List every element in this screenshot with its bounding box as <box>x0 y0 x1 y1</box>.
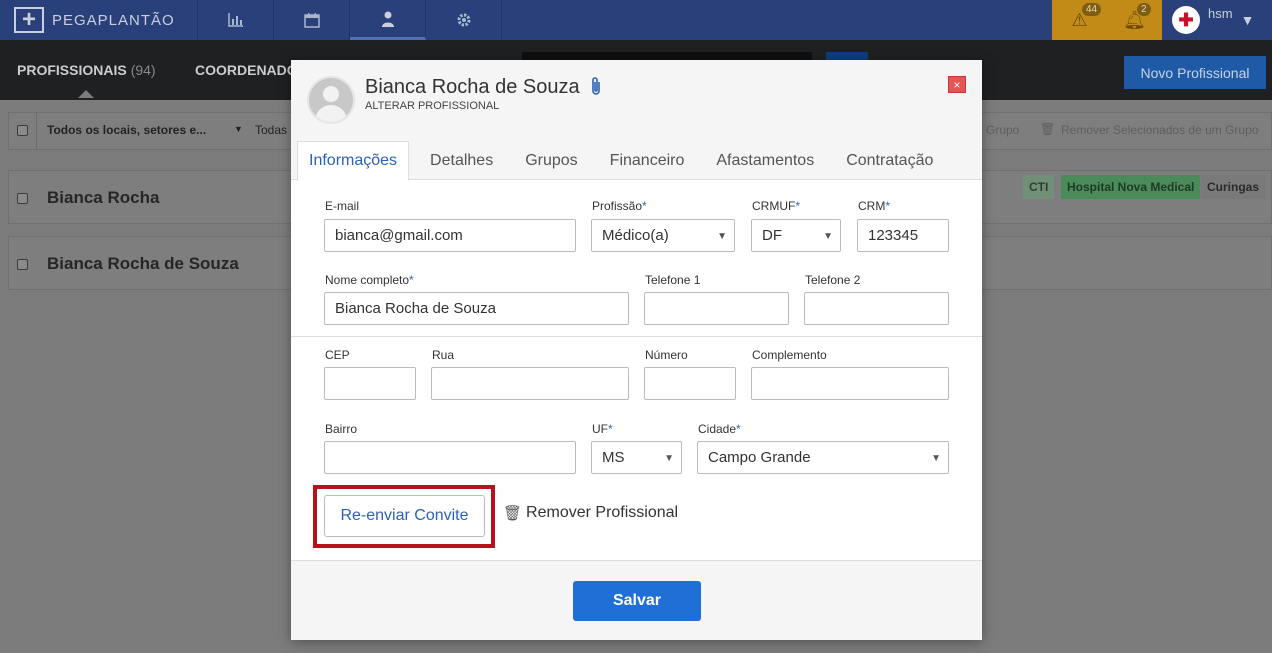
nav-settings-gear-icon[interactable] <box>426 0 502 40</box>
alerts-badge: 44 <box>1082 3 1102 16</box>
profissao-label: Profissão* <box>592 199 647 213</box>
tab-contratacao[interactable]: Contratação <box>835 141 944 181</box>
profissao-value: Médico(a) <box>602 227 669 244</box>
chevron-down-icon: ▼ <box>823 231 833 242</box>
group-action[interactable]: Grupo <box>986 123 1019 137</box>
tab-financeiro[interactable]: Financeiro <box>599 141 696 181</box>
cidade-select[interactable]: Campo Grande ▼ <box>697 441 949 474</box>
tag-hospital: Hospital Nova Medical <box>1061 175 1201 199</box>
warning-alert-button[interactable]: ⚠ 44 <box>1052 0 1107 40</box>
plus-logo-icon: + <box>14 7 44 33</box>
complemento-label: Complemento <box>752 348 827 362</box>
section-divider <box>291 336 982 337</box>
modal-tabs: Informações Detalhes Grupos Financeiro A… <box>297 141 954 181</box>
modal-subtitle: ALTERAR PROFISSIONAL <box>365 100 500 112</box>
cep-label: CEP <box>325 348 350 362</box>
rua-field[interactable] <box>431 367 629 400</box>
cidade-label: Cidade* <box>698 422 741 436</box>
telefone2-field[interactable] <box>804 292 949 325</box>
tab-afastamentos[interactable]: Afastamentos <box>705 141 825 181</box>
nav-reports-icon[interactable] <box>198 0 274 40</box>
select-all-checkbox[interactable] <box>17 125 28 136</box>
bairro-field[interactable] <box>324 441 576 474</box>
bairro-label: Bairro <box>325 422 358 436</box>
crmuf-select[interactable]: DF ▼ <box>751 219 841 252</box>
modal-title: Bianca Rocha de Souza <box>365 76 580 98</box>
trash-icon: 🗑︎ <box>503 505 523 522</box>
modal-header: Bianca Rocha de Souza ALTERAR PROFISSION… <box>291 60 982 181</box>
nome-field[interactable]: Bianca Rocha de Souza <box>324 292 629 325</box>
chevron-down-icon: ▼ <box>931 453 941 464</box>
alerts-area: ⚠ 44 🔔︎ 2 <box>1052 0 1162 40</box>
uf-value: MS <box>602 449 625 466</box>
trash-icon: 🗑︎ <box>1040 122 1056 136</box>
resend-invite-button[interactable]: Re-enviar Convite <box>324 495 485 537</box>
remove-professional-button[interactable]: 🗑︎ Remover Profissional <box>503 504 678 522</box>
nome-label: Nome completo* <box>325 273 414 287</box>
brand[interactable]: + PEGAPLANTÃO <box>0 0 198 40</box>
cep-field[interactable] <box>324 367 416 400</box>
hospital-cross-avatar-icon: ✚ <box>1172 6 1200 34</box>
cidade-value: Campo Grande <box>708 449 811 466</box>
chevron-down-icon: ▼ <box>664 453 674 464</box>
uf-select[interactable]: MS ▼ <box>591 441 682 474</box>
user-caret-down-icon: ▼ <box>1240 12 1255 28</box>
active-tab-pointer <box>78 90 94 98</box>
user-name: hsm <box>1208 5 1233 21</box>
app-name: PEGAPLANTÃO <box>52 11 175 29</box>
complemento-field[interactable] <box>751 367 949 400</box>
tab-informacoes[interactable]: Informações <box>297 141 410 181</box>
row-name: Bianca Rocha <box>47 188 160 207</box>
crmuf-value: DF <box>762 227 782 244</box>
tab-coordenadores-label: COORDENADO <box>195 62 298 78</box>
telefone2-label: Telefone 2 <box>805 273 861 287</box>
row-name: Bianca Rocha de Souza <box>47 254 239 273</box>
tab-profissionais-count: (94) <box>130 62 156 78</box>
save-button[interactable]: Salvar <box>573 581 701 621</box>
crm-label: CRM* <box>858 199 890 213</box>
telefone1-label: Telefone 1 <box>645 273 701 287</box>
rua-label: Rua <box>432 348 455 362</box>
filter-divider <box>36 112 37 150</box>
nav-calendar-icon[interactable] <box>274 0 350 40</box>
locations-filter[interactable]: Todos os locais, setores e... <box>47 123 206 137</box>
paperclip-icon[interactable] <box>590 76 602 102</box>
nav-professionals-icon[interactable] <box>350 0 426 40</box>
user-menu[interactable]: ✚ hsm ▼ <box>1162 0 1272 40</box>
tab-profissionais-label: PROFISSIONAIS <box>17 62 127 78</box>
modal-footer: Salvar <box>291 560 982 640</box>
remove-from-group-action[interactable]: Remover Selecionados de um Grupo <box>1061 123 1258 137</box>
email-field[interactable]: bianca@gmail.com <box>324 219 576 252</box>
telefone1-field[interactable] <box>644 292 789 325</box>
numero-label: Número <box>645 348 688 362</box>
edit-professional-modal: Bianca Rocha de Souza ALTERAR PROFISSION… <box>291 60 982 640</box>
profissao-select[interactable]: Médico(a) ▼ <box>591 219 735 252</box>
crmuf-label: CRMUF* <box>752 199 800 213</box>
new-professional-button[interactable]: Novo Profissional <box>1124 56 1266 89</box>
tab-coordenadores[interactable]: COORDENADO <box>195 40 298 100</box>
tag-curingas: Curingas <box>1201 175 1266 199</box>
chevron-down-icon: ▼ <box>717 231 727 242</box>
remove-professional-label: Remover Profissional <box>526 504 679 521</box>
close-button[interactable]: × <box>948 76 966 93</box>
uf-label: UF* <box>592 422 613 436</box>
tag-cti: CTI <box>1023 175 1055 199</box>
crm-field[interactable]: 123345 <box>857 219 949 252</box>
notifications-button[interactable]: 🔔︎ 2 <box>1107 0 1162 40</box>
profile-avatar <box>307 76 355 124</box>
notifications-badge: 2 <box>1137 3 1151 16</box>
row-checkbox[interactable] <box>17 193 28 204</box>
second-filter[interactable]: Todas <box>255 123 287 137</box>
tab-grupos[interactable]: Grupos <box>514 141 588 181</box>
row-checkbox[interactable] <box>17 259 28 270</box>
tab-detalhes[interactable]: Detalhes <box>419 141 504 181</box>
locations-caret-icon: ▼ <box>234 124 243 134</box>
numero-field[interactable] <box>644 367 736 400</box>
email-label: E-mail <box>325 199 360 213</box>
